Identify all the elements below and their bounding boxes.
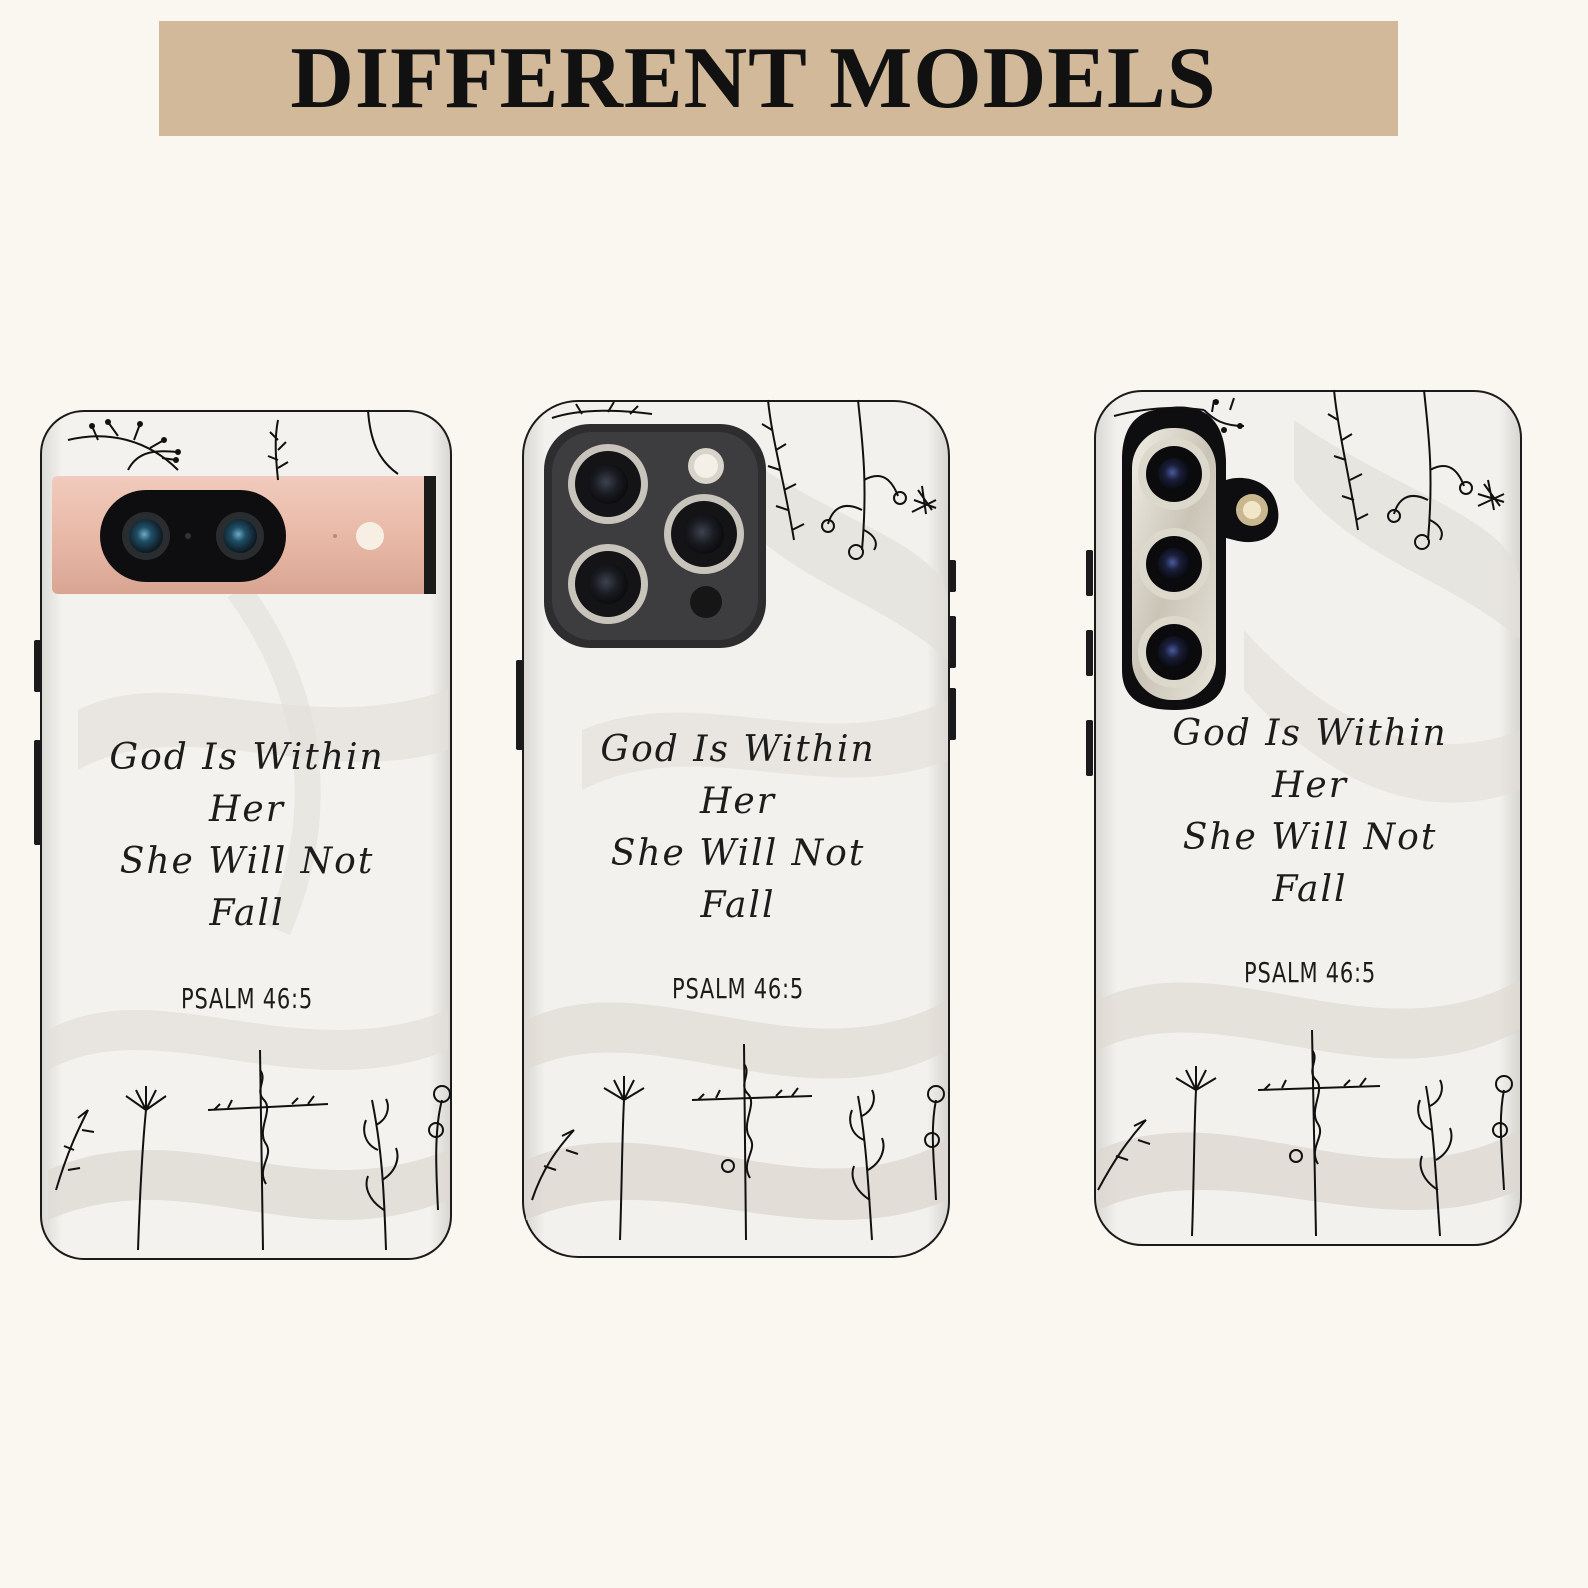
verse-line-4: Fall — [700, 885, 776, 926]
verse-line-2: Her — [209, 789, 285, 830]
verse-line-4: Fall — [209, 893, 285, 934]
phone-case-pixel: God Is Within Her She Will Not Fall PSAL… — [34, 409, 456, 1266]
psalm-reference-iphone: PSALM 46:5 — [672, 972, 804, 1005]
banner-title: DIFFERENT MODELS — [290, 30, 1217, 127]
phone-case-iphone: God Is Within Her She Will Not Fall PSAL… — [516, 399, 956, 1262]
verse-line-3: She Will Not — [119, 841, 375, 882]
verse-text-pixel: God Is Within Her She Will Not Fall — [38, 732, 456, 940]
title-banner: DIFFERENT MODELS — [159, 21, 1398, 136]
verse-line-2: Her — [1272, 765, 1348, 806]
verse-text-galaxy: God Is Within Her She Will Not Fall — [1094, 708, 1526, 916]
verse-line-1: God Is Within — [1172, 713, 1448, 754]
psalm-reference-galaxy: PSALM 46:5 — [1244, 956, 1376, 989]
psalm-reference-pixel: PSALM 46:5 — [181, 982, 313, 1015]
verse-line-1: God Is Within — [109, 737, 385, 778]
verse-line-4: Fall — [1272, 869, 1348, 910]
verse-line-3: She Will Not — [610, 833, 866, 874]
verse-text-iphone: God Is Within Her She Will Not Fall — [522, 724, 954, 932]
verse-line-1: God Is Within — [600, 729, 876, 770]
verse-line-3: She Will Not — [1182, 817, 1438, 858]
verse-line-2: Her — [700, 781, 776, 822]
phone-case-galaxy: God Is Within Her She Will Not Fall PSAL… — [1086, 389, 1526, 1250]
